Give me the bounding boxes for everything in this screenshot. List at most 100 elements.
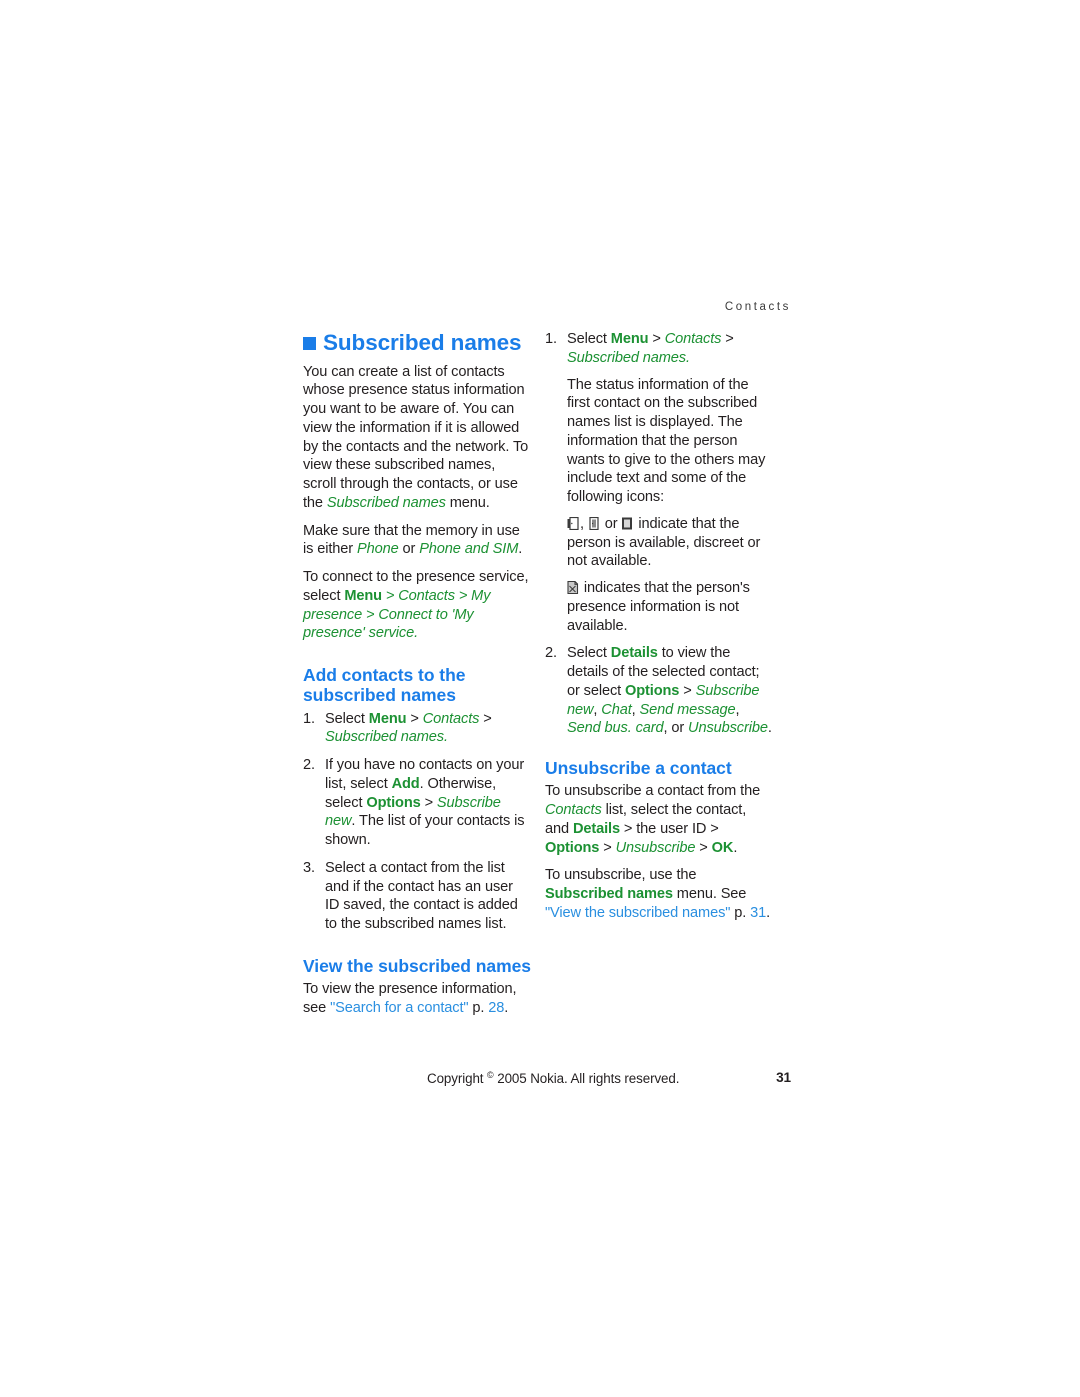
menu-item-phone-and-sim: Phone and SIM xyxy=(419,541,519,558)
page-number: 31 xyxy=(776,1070,791,1085)
intro-text: You can create a list of contacts whose … xyxy=(303,363,529,511)
status-available-icon xyxy=(567,516,579,530)
step-number: 1. xyxy=(303,710,315,727)
menu-item-send-message: Send message xyxy=(639,701,736,718)
menu-key-menu: Menu xyxy=(344,587,382,604)
list-item: 1. Select Menu > Contacts > Subscribed na… xyxy=(545,330,773,635)
view-paragraph: To view the presence information, see "S… xyxy=(303,980,531,1018)
cross-reference-page-number[interactable]: 31 xyxy=(750,905,766,921)
menu-item-contacts: Contacts xyxy=(398,587,455,604)
separator-5: , or xyxy=(663,720,689,737)
menu-key-details: Details xyxy=(572,820,620,837)
menu-key-ok: OK xyxy=(711,839,734,856)
heading-unsubscribe-a-contact: Unsubscribe a contact xyxy=(545,758,732,778)
view-text-b: p. xyxy=(468,1000,489,1017)
step-text-end: . xyxy=(443,729,448,746)
menu-item-phone: Phone xyxy=(356,541,399,558)
separator-3: , xyxy=(631,701,640,718)
unsub-text-end: . xyxy=(733,839,738,856)
separator-1: > xyxy=(648,331,665,347)
step-continuation-paragraph: The status information of the first cont… xyxy=(567,376,766,506)
memory-text-b: or xyxy=(398,541,420,558)
step-text-a: Select xyxy=(567,331,611,347)
presence-unavailable-icon xyxy=(567,581,579,594)
copyright-pre: Copyright xyxy=(427,1071,484,1086)
menu-item-contacts: Contacts xyxy=(664,331,722,347)
separator-1: > xyxy=(381,587,399,604)
step-text-a: Select xyxy=(567,645,611,662)
memory-text-c: . xyxy=(518,541,523,558)
menu-key-add: Add xyxy=(391,775,420,792)
cross-reference-page-number[interactable]: 28 xyxy=(488,1000,504,1016)
menu-key-options: Options xyxy=(625,682,680,699)
list-item: 3. Select a contact from the list and if … xyxy=(303,859,531,934)
copyright-notice: Copyright © 2005 Nokia. All rights reser… xyxy=(427,1070,679,1086)
icon-separator-1: , xyxy=(580,515,588,532)
unsubscribe-paragraph: To unsubscribe a contact from the Contac… xyxy=(545,782,773,857)
separator-3: > xyxy=(695,839,712,856)
left-column: Subscribed names You can create a list o… xyxy=(303,330,531,1018)
step-text-end: . xyxy=(685,349,690,366)
heading-add-contacts: Add contacts to the subscribed names xyxy=(303,665,466,706)
copyright-symbol: © xyxy=(487,1070,494,1080)
step-number: 2. xyxy=(545,645,557,662)
add-contacts-steps: 1. Select Menu > Contacts > Subscribed na… xyxy=(303,710,531,934)
step-text-c: . The list of your contacts is shown. xyxy=(325,813,525,849)
menu-key-options: Options xyxy=(366,794,421,811)
separator-1: > xyxy=(679,682,696,699)
menu-item-contacts: Contacts xyxy=(422,710,480,727)
status-icons-paragraph: , or indicate that the person is availab… xyxy=(567,515,773,571)
menu-item-unsubscribe: Unsubscribe xyxy=(688,720,768,737)
menu-item-subscribed-names: Subscribed names xyxy=(325,729,444,746)
menu-key-menu: Menu xyxy=(610,331,649,347)
separator-1: > xyxy=(406,710,423,727)
cross-reference-link-search-for-a-contact[interactable]: "Search for a contact" xyxy=(330,1000,468,1016)
status-discreet-icon xyxy=(588,516,600,530)
step-text-end: . xyxy=(767,720,772,737)
separator-2: > xyxy=(599,839,616,856)
square-bullet-icon xyxy=(303,337,316,351)
icon-separator-2: or xyxy=(600,515,622,532)
running-header: Contacts xyxy=(724,301,791,313)
menu-key-menu: Menu xyxy=(368,710,407,727)
step-number: 2. xyxy=(303,757,315,774)
cross-reference-link-view-the-subscribed-names[interactable]: "View the subscribed names" xyxy=(545,905,730,921)
status-not-available-icon xyxy=(621,517,633,530)
menu-item-subscribed-names: Subscribed names xyxy=(326,494,446,511)
page-title-text: Subscribed names xyxy=(323,330,522,355)
menu-key-options: Options xyxy=(545,839,600,856)
memory-paragraph: Make sure that the memory in use is eith… xyxy=(303,522,531,560)
separator-2: > xyxy=(721,331,734,347)
heading-view-subscribed-names: View the subscribed names xyxy=(303,955,531,976)
unsubscribe-paragraph-2: To unsubscribe, use the Subscribed names… xyxy=(545,866,773,922)
unsub2-text-c: p. xyxy=(730,904,751,921)
menu-key-details: Details xyxy=(610,645,658,662)
menu-item-subscribed-names: Subscribed names xyxy=(567,349,686,366)
separator-3: > xyxy=(362,606,379,623)
view-text-c: . xyxy=(504,1000,509,1017)
step-number: 3. xyxy=(303,859,315,876)
unsub2-text-a: To unsubscribe, use the xyxy=(545,867,697,884)
presence-text-end: . xyxy=(414,625,418,642)
menu-item-unsubscribe: Unsubscribe xyxy=(615,839,696,856)
list-item: 2. If you have no contacts on your list, … xyxy=(303,756,531,850)
intro-text-end: menu. xyxy=(445,494,490,511)
menu-item-chat: Chat xyxy=(601,701,632,718)
two-column-body: Subscribed names You can create a list o… xyxy=(303,330,791,1030)
separator-2: > xyxy=(479,710,492,727)
intro-paragraph: You can create a list of contacts whose … xyxy=(303,363,531,513)
step-text-a: Select a contact from the list and if th… xyxy=(325,859,518,933)
icon-line-2-text: indicates that the person's presence inf… xyxy=(567,580,750,634)
step-text-a: Select xyxy=(325,710,369,727)
separator-2: > xyxy=(454,587,472,604)
document-page: Contacts Subscribed names You can create… xyxy=(0,0,1080,1397)
menu-key-subscribed-names: Subscribed names xyxy=(545,886,673,903)
unsub2-text-b: menu. See xyxy=(672,886,747,903)
separator-4: , xyxy=(735,701,740,718)
copyright-post: 2005 Nokia. All rights reserved. xyxy=(497,1071,680,1086)
menu-item-contacts: Contacts xyxy=(545,802,602,819)
list-item: 1. Select Menu > Contacts > Subscribed na… xyxy=(303,710,531,748)
separator-1: > the user ID > xyxy=(619,820,719,837)
list-item: 2. Select Details to view the details of … xyxy=(545,644,773,738)
presence-unavailable-paragraph: indicates that the person's presence inf… xyxy=(567,579,773,635)
